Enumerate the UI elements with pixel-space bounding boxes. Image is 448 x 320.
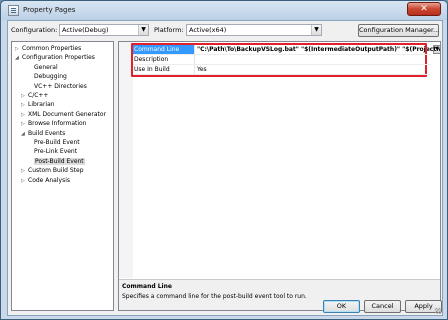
description-text: Specifies a command line for the post-bu… [122, 293, 307, 300]
tree-item-label: Configuration Properties [22, 54, 95, 62]
property-list: ▼ Command Line "C:\Path\To\BackupVSLog.ba… [119, 42, 440, 278]
tree-item[interactable]: ▷ Common Properties [15, 44, 81, 53]
tree-item[interactable]: ◢ Build Events [21, 129, 65, 138]
configuration-manager-button[interactable]: Configuration Manager... [358, 24, 439, 37]
title-bar[interactable]: Property Pages ✕ [1, 1, 447, 20]
configuration-label: Configuration: [11, 26, 58, 34]
property-value[interactable]: "C:\Path\To\BackupVSLog.bat" "$(Intermed… [195, 45, 440, 54]
property-row[interactable]: Description [133, 55, 431, 64]
expand-arrow-icon[interactable]: ▷ [21, 177, 28, 186]
configuration-combo[interactable]: Active(Debug) ▼ [59, 24, 149, 36]
ok-button[interactable]: OK [323, 300, 360, 313]
property-name: Use In Build [133, 65, 195, 74]
cancel-button[interactable]: Cancel [364, 300, 401, 313]
property-pages-icon [8, 5, 19, 16]
resize-grip[interactable] [435, 308, 441, 314]
collapse-arrow-icon[interactable]: ◢ [15, 54, 22, 63]
tree-item-label: Pre-Link Event [34, 148, 78, 156]
tree-item-label: VC++ Directories [34, 82, 87, 90]
tree-item[interactable]: Post-Build Event [27, 157, 85, 166]
window-title: Property Pages [23, 6, 76, 14]
chevron-down-icon[interactable]: ▼ [138, 25, 148, 35]
tree-item[interactable]: Debugging [27, 72, 67, 81]
grid-margin [119, 42, 133, 278]
configuration-value: Active(Debug) [62, 26, 109, 34]
tree-item-label: Librarian [28, 101, 55, 109]
tree-item[interactable]: VC++ Directories [27, 82, 87, 91]
tree-item-label: Code Analysis [28, 176, 70, 184]
tree-item-label: Custom Build Step [28, 167, 84, 175]
tree-item[interactable]: ▷ Custom Build Step [21, 166, 84, 175]
tree-item-label: General [34, 63, 58, 71]
tree-item-label: Pre-Build Event [34, 139, 80, 146]
description-title: Command Line [122, 283, 172, 290]
platform-value: Active(x64) [189, 26, 227, 34]
property-tree[interactable]: ▷ Common Properties ◢ Configuration Propert… [11, 41, 114, 311]
grid-line [133, 54, 431, 55]
tree-item[interactable]: Pre-Link Event [27, 147, 77, 156]
property-grid: ▼ Command Line "C:\Path\To\BackupVSLog.ba… [118, 41, 441, 311]
tree-item[interactable]: ▷ Browse Information [21, 119, 87, 128]
tree-item-label: Debugging [34, 73, 67, 81]
tree-item[interactable]: ▷ C/C++ [21, 91, 48, 100]
tree-item-label: Common Properties [22, 45, 82, 52]
property-value[interactable]: Yes [195, 65, 207, 74]
tree-item[interactable]: ▷ Librarian [21, 100, 55, 109]
grid-line [133, 64, 431, 65]
property-row[interactable]: Use In Build Yes [133, 65, 431, 74]
dialog-client-area: Configuration: Active(Debug) ▼ Platform:… [7, 20, 443, 316]
chevron-down-icon[interactable]: ▼ [311, 25, 321, 35]
tree-item-label: Post-Build Event [34, 157, 85, 165]
close-button[interactable]: ✕ [407, 2, 441, 16]
tree-item-label: Browse Information [28, 120, 87, 128]
tree-item[interactable]: ▷ XML Document Generator [21, 110, 106, 119]
property-name: Command Line [133, 45, 195, 54]
platform-combo[interactable]: Active(x64) ▼ [186, 24, 322, 36]
tree-item[interactable]: ◢ Configuration Properties [15, 53, 95, 62]
platform-label: Platform: [154, 26, 184, 34]
property-pages-window: Property Pages ✕ Configuration: Active(D… [0, 0, 448, 320]
property-value[interactable] [195, 55, 197, 64]
property-name: Description [133, 55, 195, 64]
tree-item-label: XML Document Generator [28, 110, 106, 118]
tree-item-label: C/C++ [28, 92, 49, 99]
tree-item[interactable]: Pre-Build Event [27, 138, 80, 147]
tree-item-label: Build Events [28, 129, 66, 137]
property-row[interactable]: Command Line "C:\Path\To\BackupVSLog.bat"… [133, 45, 440, 54]
grid-line [133, 74, 431, 75]
tree-item[interactable]: ▷ Code Analysis [21, 176, 70, 185]
tree-item[interactable]: General [27, 63, 58, 72]
